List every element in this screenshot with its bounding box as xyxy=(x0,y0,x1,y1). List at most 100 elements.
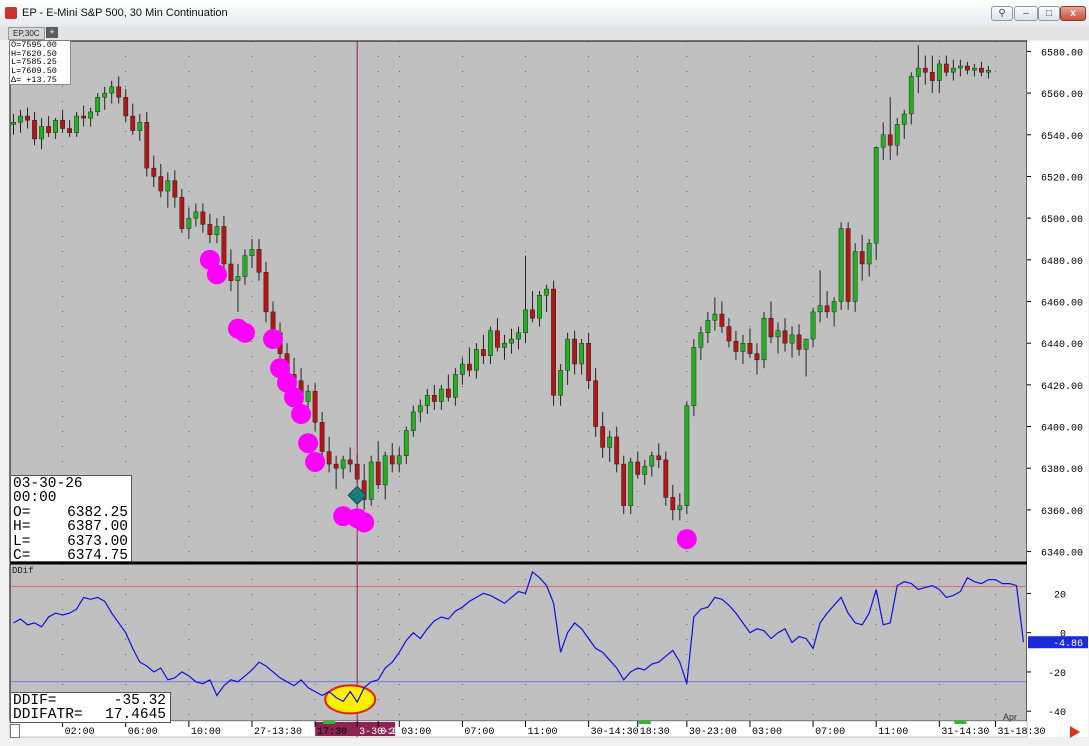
ddif-value: -35.32 xyxy=(113,693,166,709)
tab-chart[interactable]: EP,30C xyxy=(8,27,45,40)
ind-ytick-label-0: -40 xyxy=(1048,708,1066,719)
candle-body-83 xyxy=(593,380,599,427)
candle-body-136 xyxy=(965,65,970,71)
candle-body-76 xyxy=(544,288,549,296)
candle-body-123 xyxy=(873,147,879,244)
price-ytick-label-3: 6400.00 xyxy=(1041,424,1083,435)
candle-body-27 xyxy=(200,211,206,225)
candle-body-10 xyxy=(81,115,87,119)
candle-body-130 xyxy=(922,67,928,73)
candle-body-131 xyxy=(929,72,935,81)
ohlc-change: Δ= +13.75 xyxy=(11,74,57,85)
signal-dot-8 xyxy=(291,404,312,425)
candle-body-125 xyxy=(887,134,893,146)
candle-body-115 xyxy=(817,305,823,313)
xtick-label-11: 18:30 xyxy=(640,727,670,738)
candle-body-65 xyxy=(467,363,472,371)
candle-body-128 xyxy=(908,76,914,115)
candle-body-82 xyxy=(586,342,592,381)
ddifatr-value: 17.4645 xyxy=(105,707,166,723)
candle-body-132 xyxy=(936,63,942,81)
candle-body-30 xyxy=(221,226,227,265)
candle-body-138 xyxy=(979,67,984,73)
candle-body-91 xyxy=(649,455,655,467)
maximize-button[interactable]: □ xyxy=(1038,6,1060,21)
price-pane-bg xyxy=(9,40,1028,563)
candle-body-8 xyxy=(67,128,72,133)
end-month-label: Apr xyxy=(1003,712,1018,722)
candle-body-60 xyxy=(431,395,437,402)
candle-body-7 xyxy=(60,119,65,129)
scroll-right-arrow-icon[interactable] xyxy=(1070,726,1080,738)
candle-body-86 xyxy=(614,436,620,465)
candle-body-84 xyxy=(600,426,606,448)
candle-body-107 xyxy=(761,317,767,361)
price-ytick-label-5: 6440.00 xyxy=(1041,340,1083,351)
data-high-label: H= xyxy=(13,519,31,536)
candle-body-85 xyxy=(607,436,613,448)
data-high-value: 6387.00 xyxy=(67,519,128,536)
candle-body-105 xyxy=(747,342,753,354)
scroll-handle[interactable] xyxy=(10,724,20,738)
candle-body-77 xyxy=(551,288,556,396)
close-button[interactable]: x xyxy=(1060,6,1086,21)
candle-body-51 xyxy=(368,461,374,500)
candle-body-72 xyxy=(516,332,521,340)
candle-body-43 xyxy=(312,390,318,423)
candle-body-22 xyxy=(165,180,171,192)
candle-body-116 xyxy=(824,305,830,313)
candle-body-20 xyxy=(151,167,157,177)
candle-body-1 xyxy=(18,115,23,123)
xtick-label-2: 10:00 xyxy=(191,727,221,738)
candle-body-18 xyxy=(137,122,143,131)
minimize-button[interactable]: – xyxy=(1014,6,1038,21)
candle-body-46 xyxy=(333,463,339,469)
candle-body-12 xyxy=(95,97,101,113)
candle-body-124 xyxy=(880,134,886,148)
candle-body-35 xyxy=(256,249,262,273)
price-ytick-label-7: 6480.00 xyxy=(1041,257,1083,268)
candle-body-2 xyxy=(25,115,30,121)
chart-area[interactable]: 6340.00 6360.00 6380.00 6400.00 6420.00 6440.… xyxy=(0,40,1089,746)
signal-dot-3 xyxy=(234,322,255,343)
data-window: 03-30-26 00:00 O= 6382.25 H= 6387.00 L= 637… xyxy=(10,475,132,563)
price-ytick-label-1: 6360.00 xyxy=(1041,507,1083,518)
candle-body-21 xyxy=(158,176,164,192)
candle-body-126 xyxy=(894,124,900,146)
data-low-row: L= 6373.00 xyxy=(13,534,131,549)
session-marker-0 xyxy=(323,721,336,724)
candle-body-103 xyxy=(733,340,739,352)
candle-body-134 xyxy=(950,67,956,73)
candle-body-73 xyxy=(523,309,528,333)
link-button[interactable]: ⚲ xyxy=(991,6,1013,21)
candle-body-11 xyxy=(88,111,94,119)
ddifatr-row: DDIFATR= 17.4645 xyxy=(13,707,170,723)
signal-dot-14 xyxy=(676,529,697,550)
candle-body-88 xyxy=(628,461,634,506)
candle-body-33 xyxy=(242,255,248,277)
add-tab-button[interactable]: + xyxy=(46,27,58,38)
candle-body-32 xyxy=(235,276,241,281)
candle-body-6 xyxy=(53,119,58,133)
xtick-label-12: 30-23:00 xyxy=(689,727,737,738)
signal-dot-13 xyxy=(354,512,375,533)
candle-body-74 xyxy=(530,309,535,319)
maximize-icon: □ xyxy=(1045,8,1053,19)
session-marker-2 xyxy=(954,721,967,724)
candle-body-28 xyxy=(207,224,213,236)
candle-body-106 xyxy=(754,353,760,361)
indicator-name: DDif xyxy=(12,566,34,576)
xtick-label-4: 17:30 xyxy=(317,727,347,738)
xtick-label-16: 31-14:30 xyxy=(941,727,989,738)
candle-body-58 xyxy=(417,405,423,413)
xtick-label-13: 03:00 xyxy=(752,727,782,738)
candle-body-117 xyxy=(831,301,837,313)
xtick-label-1: 06:00 xyxy=(128,727,158,738)
candle-body-52 xyxy=(375,461,381,486)
candle-body-34 xyxy=(249,249,255,256)
candle-body-120 xyxy=(852,251,858,302)
candle-body-48 xyxy=(347,459,353,465)
candle-body-9 xyxy=(74,115,80,133)
candle-body-79 xyxy=(565,338,570,371)
session-marker-1 xyxy=(638,721,651,724)
